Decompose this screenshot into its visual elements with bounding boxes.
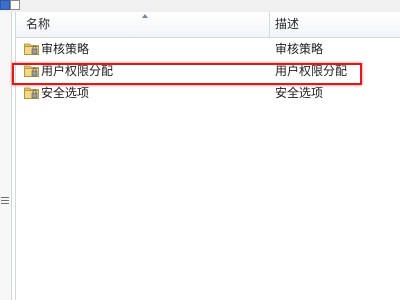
column-divider[interactable] bbox=[269, 12, 270, 37]
column-header-description[interactable]: 描述 bbox=[275, 12, 299, 37]
policy-folder-icon bbox=[24, 87, 39, 99]
policy-folder-icon bbox=[24, 43, 39, 55]
list-item-user-rights-assignment[interactable]: 用户权限分配 用户权限分配 bbox=[16, 60, 400, 82]
policy-folder-icon bbox=[24, 65, 39, 77]
sort-ascending-icon bbox=[142, 14, 148, 18]
list-item-audit-policy[interactable]: 审核策略 审核策略 bbox=[16, 38, 400, 60]
toolbar bbox=[0, 0, 400, 12]
list-item-name: 审核策略 bbox=[41, 42, 90, 56]
list-item-name: 安全选项 bbox=[41, 86, 90, 100]
list-item-description: 审核策略 bbox=[275, 42, 324, 56]
list-item-security-options[interactable]: 安全选项 安全选项 bbox=[16, 82, 400, 104]
list-item-name: 用户权限分配 bbox=[41, 64, 114, 78]
column-header-name[interactable]: 名称 bbox=[26, 12, 50, 37]
column-header-bar: 名称 描述 bbox=[16, 12, 400, 38]
navigation-pane[interactable] bbox=[0, 12, 12, 300]
policy-list: 名称 描述 审核策略 审核策略 用户权限分配 用户权限分配 安全选项 安全选项 bbox=[15, 12, 400, 300]
toolbar-properties-icon[interactable] bbox=[10, 0, 20, 10]
toolbar-back-icon[interactable] bbox=[0, 0, 10, 10]
list-item-description: 用户权限分配 bbox=[275, 64, 348, 78]
list-item-description: 安全选项 bbox=[275, 86, 324, 100]
splitter-grip-icon[interactable] bbox=[1, 195, 9, 205]
